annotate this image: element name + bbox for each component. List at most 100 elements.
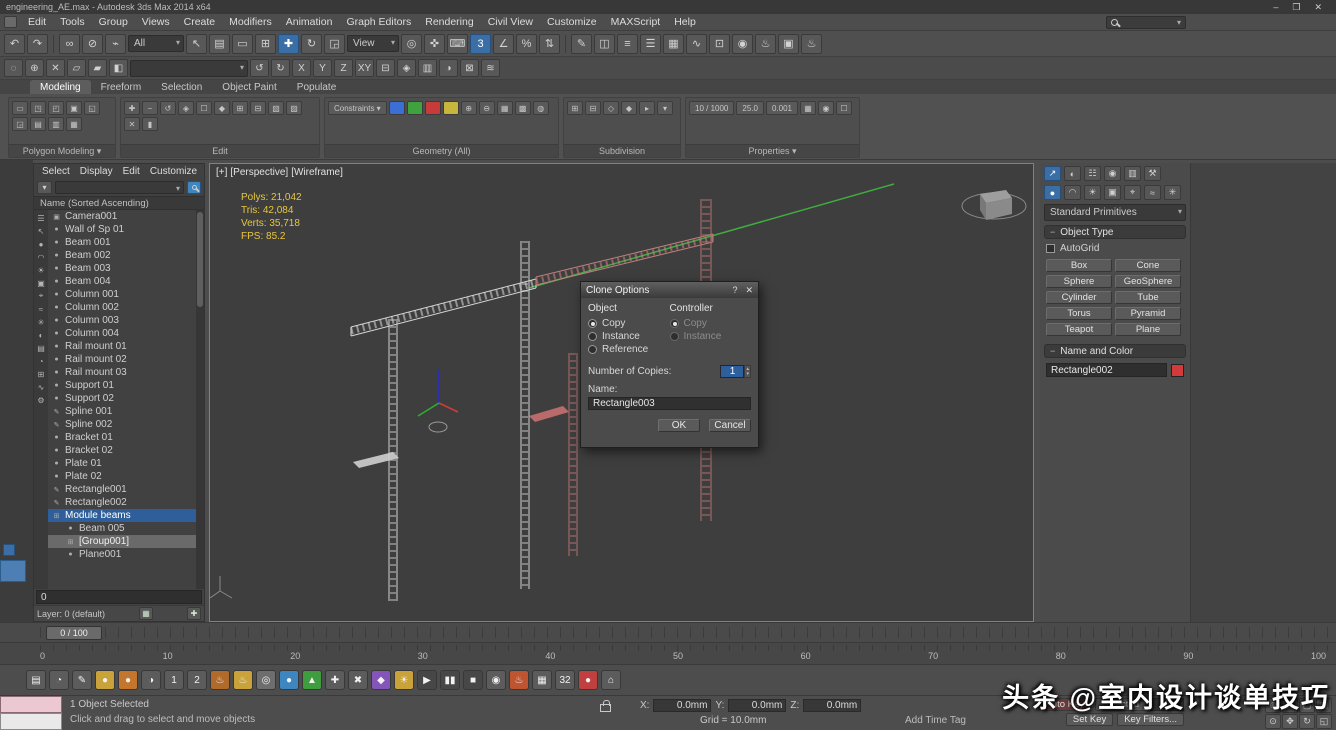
scene-object-row[interactable]: ● Beam 003 bbox=[48, 262, 196, 275]
ribbon-tool-icon[interactable]: ◆ bbox=[621, 101, 637, 115]
ribbon-tab[interactable]: Object Paint bbox=[212, 80, 286, 94]
mirror-icon[interactable]: ◫ bbox=[594, 34, 615, 54]
ribbon-tool-icon[interactable]: ▮ bbox=[142, 117, 158, 131]
scrollbar-thumb[interactable] bbox=[197, 212, 203, 307]
material-editor-icon[interactable]: ◉ bbox=[732, 34, 753, 54]
scene-object-row[interactable]: ▣ Camera001 bbox=[48, 210, 196, 223]
viewcube[interactable] bbox=[962, 190, 1026, 220]
ribbon-tool-icon[interactable] bbox=[389, 101, 405, 115]
unlink-selection-icon[interactable]: ⊘ bbox=[82, 34, 103, 54]
scene-object-row[interactable]: ● Plate 02 bbox=[48, 470, 196, 483]
menu-item[interactable]: Graph Editors bbox=[339, 16, 418, 28]
primitive-button[interactable]: Cylinder bbox=[1046, 291, 1112, 304]
transform-gizmo[interactable] bbox=[418, 370, 458, 432]
menu-item[interactable]: MAXScript bbox=[604, 16, 668, 28]
ribbon-tool-icon[interactable]: ◈ bbox=[178, 101, 194, 115]
maximize-button[interactable]: ❒ bbox=[1292, 2, 1300, 13]
ribbon-tool-icon[interactable]: ☐ bbox=[196, 101, 212, 115]
tool-icon[interactable]: ▱ bbox=[67, 59, 86, 77]
container-close-icon[interactable]: ✕ bbox=[46, 59, 65, 77]
reference-coordinate-dropdown[interactable]: View bbox=[347, 35, 399, 52]
scene-object-row[interactable]: ● Rail mount 02 bbox=[48, 353, 196, 366]
utilities-tab-icon[interactable]: ⚒ bbox=[1144, 166, 1161, 181]
ribbon-tool-icon[interactable]: ⊞ bbox=[567, 101, 583, 115]
menu-item[interactable]: Rendering bbox=[418, 16, 480, 28]
geometry-category-icon[interactable]: ● bbox=[1044, 185, 1061, 200]
spinner-arrows-icon[interactable]: ▴▾ bbox=[744, 365, 751, 378]
lights-category-icon[interactable]: ☀ bbox=[1084, 185, 1101, 200]
application-menu-button[interactable] bbox=[4, 16, 17, 28]
ribbon-group-label[interactable]: Polygon Modeling ▾ bbox=[9, 144, 115, 157]
render-setup-icon[interactable]: ♨ bbox=[755, 34, 776, 54]
truss-beam-white[interactable] bbox=[351, 279, 536, 336]
redo-icon[interactable]: ↷ bbox=[27, 34, 48, 54]
scene-object-row[interactable]: ● Rail mount 03 bbox=[48, 366, 196, 379]
ribbon-tool-icon[interactable]: ⊕ bbox=[461, 101, 477, 115]
tool-icon[interactable]: ↺ bbox=[250, 59, 269, 77]
ribbon-tab[interactable]: Populate bbox=[287, 80, 346, 94]
tool-icon[interactable]: ● bbox=[578, 670, 598, 690]
select-and-rotate-icon[interactable]: ↻ bbox=[301, 34, 322, 54]
explorer-menu-item[interactable]: Customize bbox=[146, 166, 201, 177]
display-filter-icon[interactable]: ▤ bbox=[35, 342, 47, 354]
tool-icon[interactable]: ◑ bbox=[439, 59, 458, 77]
select-and-link-icon[interactable]: ∞ bbox=[59, 34, 80, 54]
select-and-move-icon[interactable]: ✚ bbox=[278, 34, 299, 54]
tool-icon[interactable]: 2 bbox=[187, 670, 207, 690]
tool-icon[interactable]: ● bbox=[279, 670, 299, 690]
scene-object-row[interactable]: ● Beam 005 bbox=[48, 522, 196, 535]
display-filter-icon[interactable]: ≈ bbox=[35, 303, 47, 315]
ribbon-tool-icon[interactable]: ⊟ bbox=[585, 101, 601, 115]
clone-name-input[interactable]: Rectangle003 bbox=[588, 397, 751, 410]
undo-icon[interactable]: ↶ bbox=[4, 34, 25, 54]
ribbon-tool-icon[interactable]: ↺ bbox=[160, 101, 176, 115]
beam-red-selected[interactable] bbox=[536, 234, 713, 285]
menu-item[interactable]: Tools bbox=[53, 16, 92, 28]
ribbon-tab[interactable]: Modeling bbox=[30, 80, 91, 94]
ribbon-tool-icon[interactable]: ▭ bbox=[12, 101, 28, 115]
render-teapot-icon[interactable]: ♨ bbox=[233, 670, 253, 690]
selection-lock-icon[interactable] bbox=[600, 704, 611, 712]
ribbon-tool-icon[interactable]: ◳ bbox=[30, 101, 46, 115]
object-clone-radio[interactable]: Reference bbox=[588, 343, 670, 356]
tool-icon[interactable]: ▦ bbox=[532, 670, 552, 690]
snaps-toggle-3d-icon[interactable]: 3 bbox=[470, 34, 491, 54]
field-of-view-icon[interactable]: ⊙ bbox=[1265, 714, 1281, 729]
tool-icon[interactable]: ◧ bbox=[109, 59, 128, 77]
helpers-category-icon[interactable]: ⌖ bbox=[1124, 185, 1141, 200]
display-filter-icon[interactable]: ▣ bbox=[35, 277, 47, 289]
ok-button[interactable]: OK bbox=[658, 419, 700, 432]
primitive-button[interactable]: Torus bbox=[1046, 307, 1112, 320]
display-filter-icon[interactable]: ☰ bbox=[35, 212, 47, 224]
dialog-close-button[interactable]: ✕ bbox=[745, 285, 753, 296]
scene-object-row[interactable]: ● Plate 01 bbox=[48, 457, 196, 470]
display-filter-icon[interactable]: ◔ bbox=[35, 355, 47, 367]
ribbon-tool-icon[interactable]: ▾ bbox=[657, 101, 673, 115]
tool-icon[interactable]: ⊟ bbox=[376, 59, 395, 77]
pan-icon[interactable]: ✥ bbox=[1282, 714, 1298, 729]
scene-object-row[interactable]: ● Support 02 bbox=[48, 392, 196, 405]
autogrid-checkbox[interactable]: AutoGrid bbox=[1046, 243, 1184, 254]
menu-item[interactable]: Help bbox=[667, 16, 703, 28]
ribbon-tool-icon[interactable]: − bbox=[142, 101, 158, 115]
restrict-z-icon[interactable]: Z bbox=[334, 59, 353, 77]
menu-item[interactable]: Animation bbox=[279, 16, 340, 28]
ribbon-tool-icon[interactable]: 25.0 bbox=[736, 101, 764, 115]
ribbon-tool-icon[interactable]: ◇ bbox=[603, 101, 619, 115]
viewport-shading-menu[interactable]: [Wireframe] bbox=[291, 167, 343, 178]
primitive-button[interactable]: Cone bbox=[1115, 259, 1181, 272]
render-production-icon[interactable]: ♨ bbox=[801, 34, 822, 54]
menu-item[interactable]: Create bbox=[177, 16, 223, 28]
scene-object-row[interactable]: ● Wall of Sp 01 bbox=[48, 223, 196, 236]
stop-button[interactable]: ■ bbox=[463, 670, 483, 690]
menu-item[interactable]: Civil View bbox=[481, 16, 540, 28]
ribbon-tool-icon[interactable]: ▦ bbox=[497, 101, 513, 115]
explorer-menu-item[interactable]: Select bbox=[38, 166, 74, 177]
ribbon-tool-icon[interactable]: ⊖ bbox=[479, 101, 495, 115]
restrict-y-icon[interactable]: Y bbox=[313, 59, 332, 77]
dialog-help-button[interactable]: ? bbox=[732, 285, 737, 296]
column-white[interactable] bbox=[521, 241, 529, 589]
tool-icon[interactable]: ◔ bbox=[49, 670, 69, 690]
explorer-scrollbar[interactable] bbox=[196, 210, 204, 589]
ribbon-tool-icon[interactable]: ◆ bbox=[214, 101, 230, 115]
